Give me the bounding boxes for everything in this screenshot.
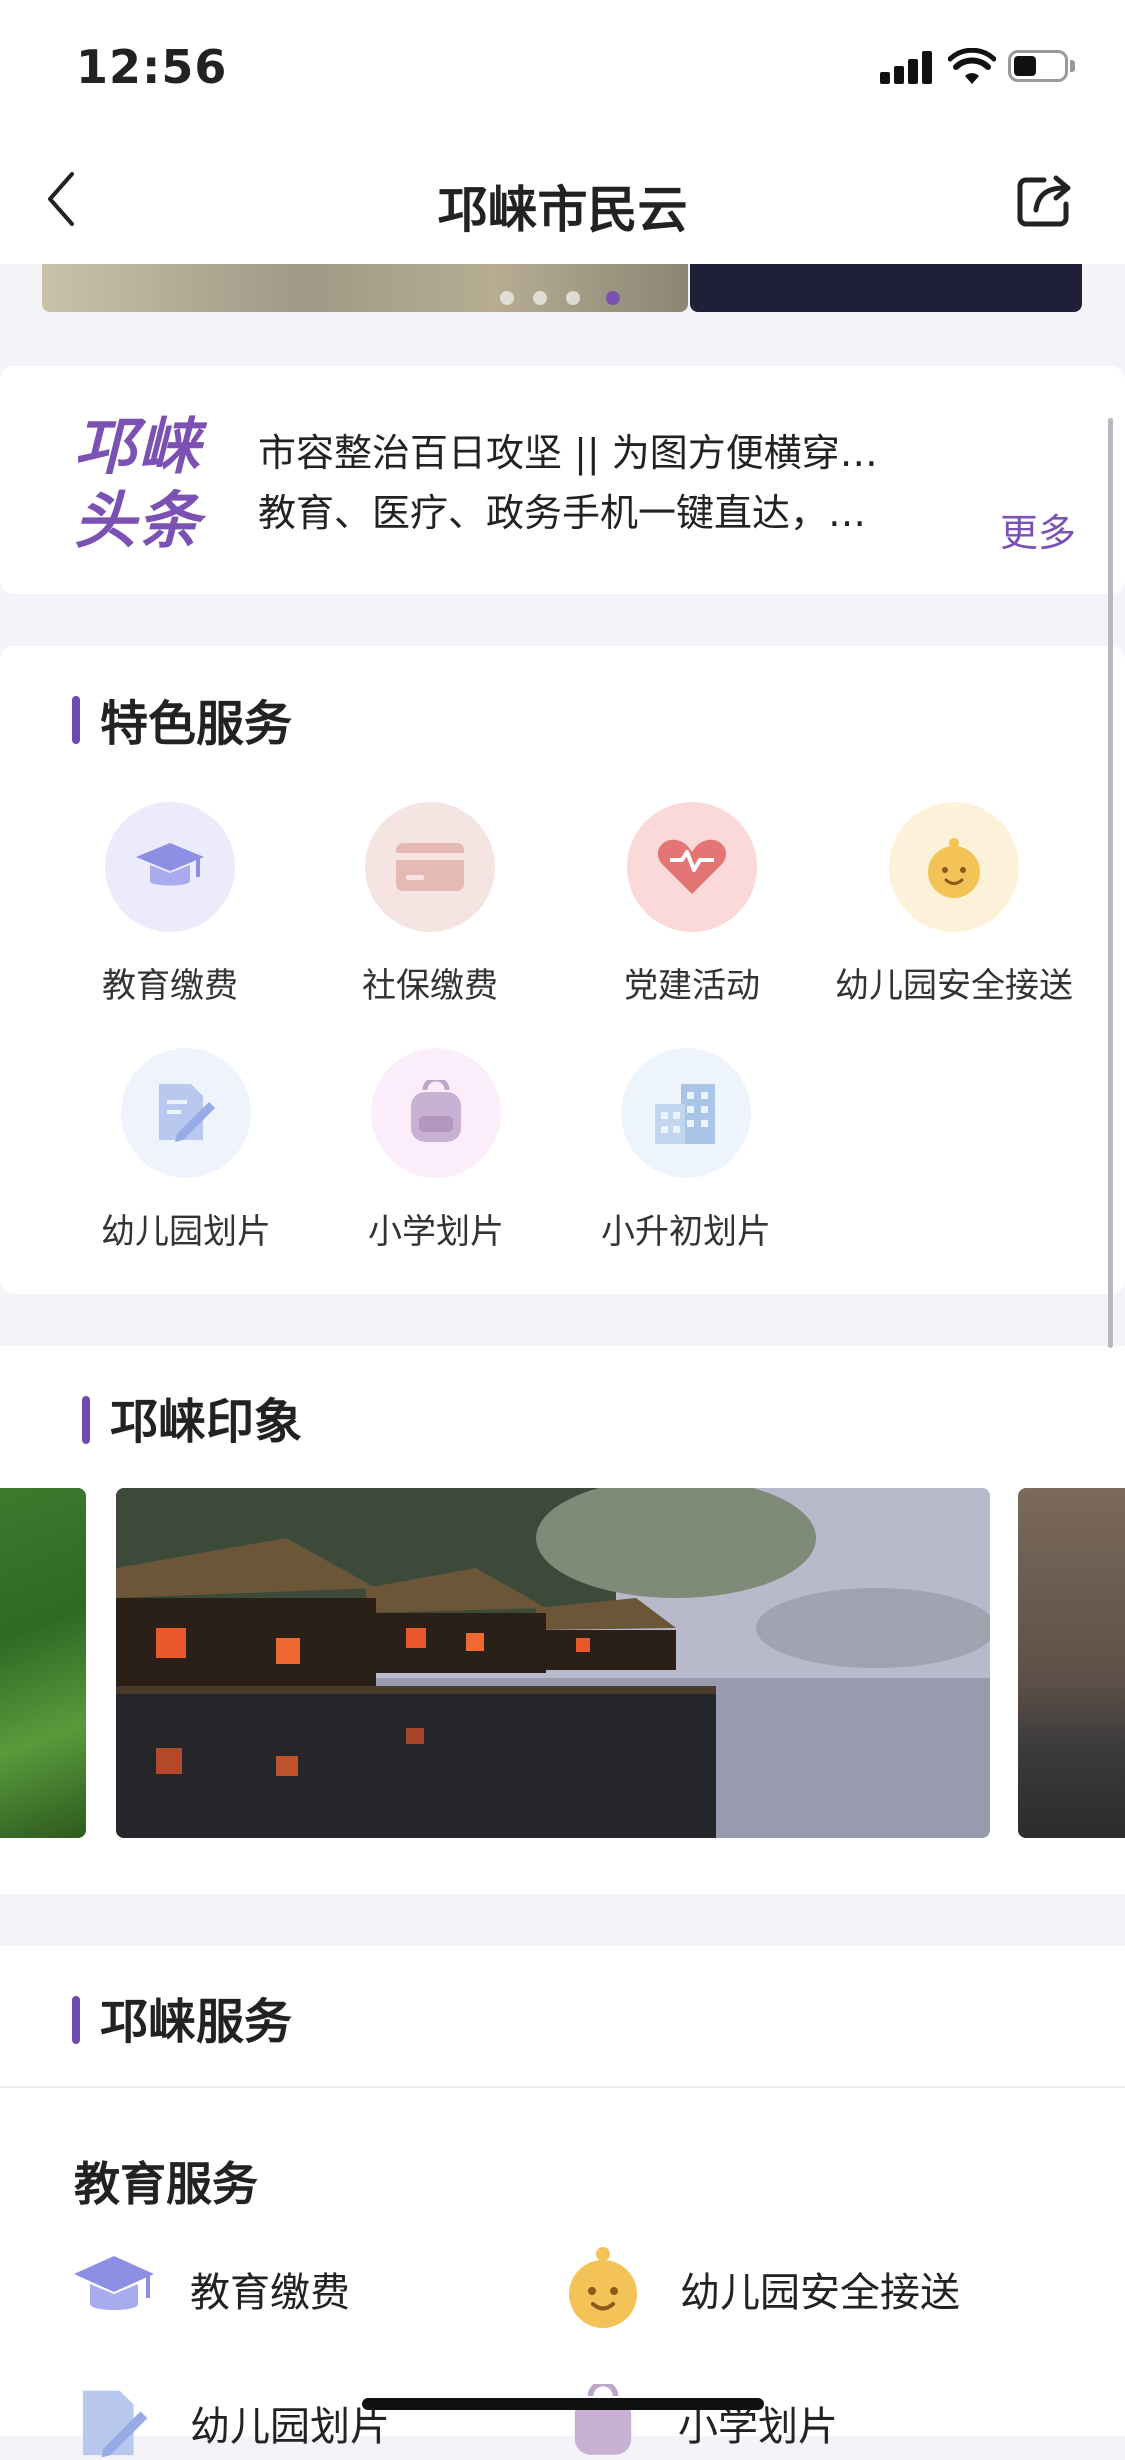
home-indicator[interactable]: [362, 2398, 764, 2410]
backpack-icon: [371, 1048, 501, 1178]
card-icon: [365, 802, 495, 932]
section-title: 邛崃服务: [100, 1994, 293, 2050]
section-title: 特色服务: [100, 696, 293, 752]
education-services-title: 教育服务: [74, 2157, 258, 2211]
pencil-document-icon: [121, 1048, 251, 1178]
service-row-primary-zoning[interactable]: 小学划片: [560, 2380, 980, 2460]
service-education-fee[interactable]: 教育缴费: [40, 802, 300, 1007]
service-label: 小升初划片: [601, 1212, 771, 1252]
impression-section: 邛崃印象: [0, 1346, 1125, 1894]
pagination-dot-active: [606, 291, 620, 305]
service-label: 幼儿园划片: [190, 2404, 390, 2450]
divider: [0, 2086, 1125, 2088]
service-label: 教育缴费: [102, 966, 238, 1006]
headline-item[interactable]: 市容整治百日攻坚 || 为图方便横穿…: [258, 422, 938, 477]
featured-services-section: 特色服务 教育缴费 社保缴费 党建活动 幼儿园安全接送 幼儿园划片 小学划片 小…: [0, 646, 1125, 1294]
headlines-card: 邛崃 头条 市容整治百日攻坚 || 为图方便横穿… 教育、医疗、政务手机一键直达…: [0, 366, 1125, 594]
service-middle-school-zoning[interactable]: 小升初划片: [556, 1048, 816, 1253]
status-bar: 12:56: [0, 0, 1125, 132]
service-party-activity[interactable]: 党建活动: [562, 802, 822, 1007]
impression-photo-next[interactable]: [1018, 1488, 1125, 1838]
section-title: 邛崃印象: [110, 1394, 303, 1450]
headlines-logo: 头条: [74, 484, 203, 557]
cellular-signal-icon: [880, 50, 932, 84]
backpack-icon: [574, 2384, 632, 2455]
impression-photo[interactable]: [116, 1488, 990, 1838]
service-row-kindergarten-zoning[interactable]: 幼儿园划片: [72, 2380, 492, 2460]
service-label: 党建活动: [624, 966, 760, 1006]
baby-face-icon: [889, 802, 1019, 932]
service-kindergarten-zoning[interactable]: 幼儿园划片: [56, 1048, 316, 1253]
baby-face-icon: [569, 2247, 637, 2328]
banner-image[interactable]: [42, 264, 688, 312]
pagination-dot: [533, 291, 547, 305]
graduation-cap-icon: [105, 802, 235, 932]
impression-photo-prev[interactable]: [0, 1488, 86, 1838]
headline-item[interactable]: 教育、医疗、政务手机一键直达，…: [258, 482, 938, 537]
status-time: 12:56: [76, 40, 228, 94]
section-bar: [72, 696, 80, 744]
service-label: 幼儿园安全接送: [680, 2270, 960, 2316]
graduation-cap-icon: [74, 2256, 154, 2310]
service-label: 社保缴费: [362, 966, 498, 1006]
service-row-kindergarten-pickup[interactable]: 幼儿园安全接送: [560, 2244, 1080, 2334]
banner-image-next[interactable]: [690, 264, 1082, 312]
section-bar: [72, 1996, 80, 2044]
share-icon[interactable]: [1016, 172, 1074, 228]
service-row-education-fee[interactable]: 教育缴费: [72, 2248, 492, 2328]
pagination-dot: [566, 291, 580, 305]
more-link[interactable]: 更多: [1000, 502, 1076, 557]
buildings-icon: [621, 1048, 751, 1178]
pencil-document-icon: [82, 2390, 148, 2458]
page-title: 邛崃市民云: [437, 181, 688, 239]
service-primary-zoning[interactable]: 小学划片: [306, 1048, 566, 1253]
heart-icon: [627, 802, 757, 932]
service-label: 教育缴费: [190, 2270, 350, 2316]
service-kindergarten-pickup[interactable]: 幼儿园安全接送: [824, 802, 1084, 1007]
scrollbar[interactable]: [1108, 418, 1113, 1348]
section-bar: [82, 1396, 90, 1444]
service-label: 小学划片: [368, 1212, 504, 1252]
wifi-icon: [948, 48, 996, 84]
pagination-dot: [500, 291, 514, 305]
service-label: 幼儿园安全接送: [835, 966, 1073, 1006]
battery-icon: [1008, 50, 1076, 84]
service-social-security-fee[interactable]: 社保缴费: [300, 802, 560, 1007]
navigation-bar: 邛崃市民云: [0, 132, 1125, 264]
service-label: 幼儿园划片: [101, 1212, 271, 1252]
